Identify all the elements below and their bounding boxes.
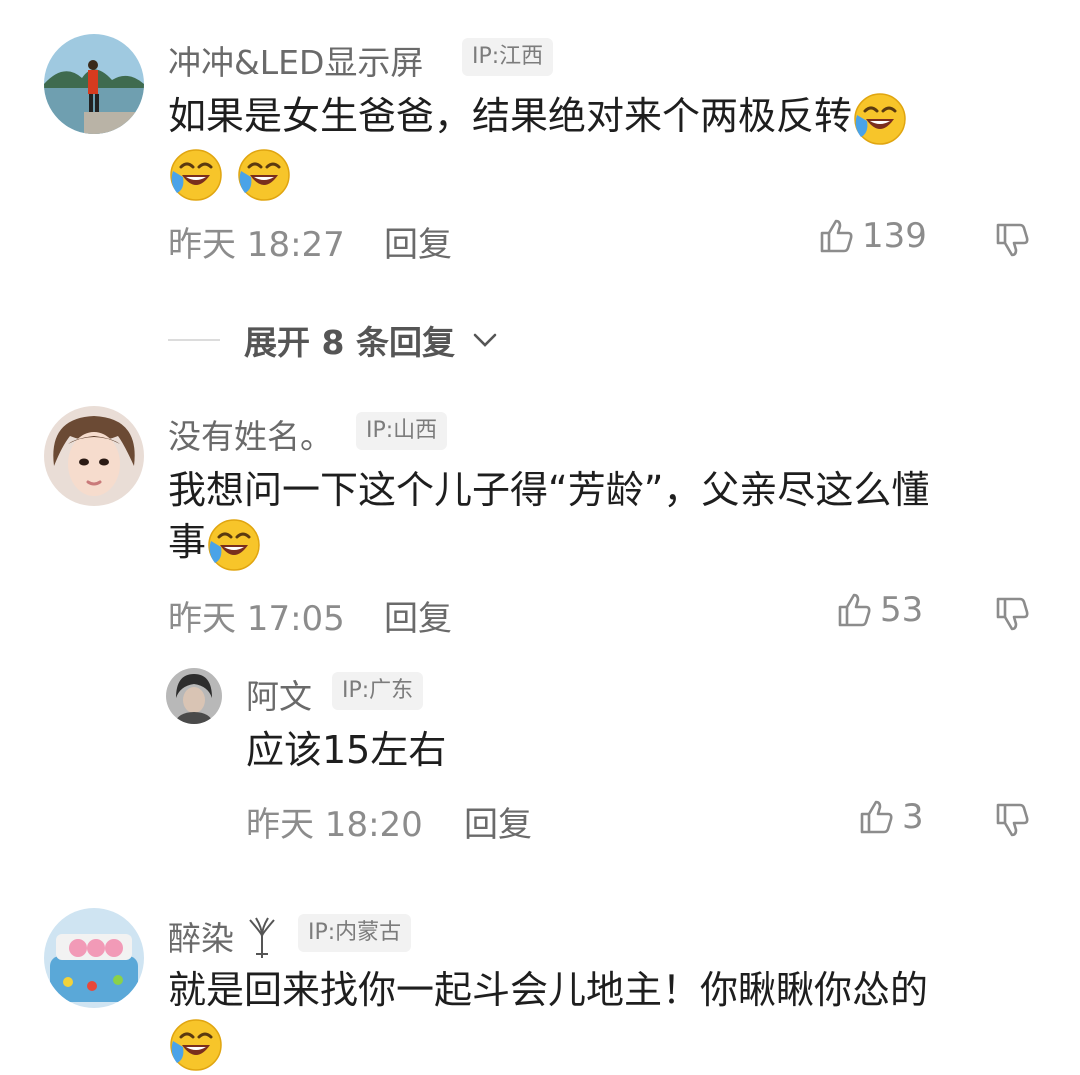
comment-text: 就是回来找你一起斗会儿地主！你瞅瞅你怂的 [168, 964, 1038, 1073]
laughing-crying-emoji-icon [168, 1017, 224, 1073]
ip-location-badge: IP:广东 [332, 672, 424, 710]
reply-timestamp: 昨天 18:20 [246, 805, 423, 845]
like-button[interactable]: 3 [856, 797, 924, 837]
reply-button[interactable]: 回复 [464, 797, 532, 846]
dislike-button[interactable] [992, 220, 1032, 264]
divider-line [168, 339, 220, 341]
reply-button[interactable]: 回复 [384, 591, 452, 640]
thumb-up-icon [856, 797, 896, 837]
expand-replies-label: 展开 8 条回复 [244, 323, 455, 362]
ip-location-badge: IP:江西 [462, 38, 554, 76]
ip-location-badge: IP:山西 [356, 412, 448, 450]
like-button[interactable]: 53 [834, 590, 923, 630]
laughing-crying-emoji-icon [852, 91, 908, 147]
comment-timestamp: 昨天 18:27 [168, 225, 345, 265]
like-count: 53 [880, 590, 924, 630]
laughing-crying-emoji-icon [168, 147, 224, 203]
comment-text: 我想问一下这个儿子得“芳龄”，父亲尽这么懂 事 [168, 464, 1038, 573]
commenter-name[interactable]: 阿文 [246, 670, 312, 718]
ip-location-badge: IP:内蒙古 [298, 914, 412, 952]
laughing-crying-emoji-icon [236, 147, 292, 203]
reply-button[interactable]: 回复 [384, 217, 452, 266]
like-button[interactable]: 139 [816, 216, 927, 256]
comment-text: 如果是女生爸爸，结果绝对来个两极反转 [168, 90, 1028, 203]
thumb-down-icon [992, 800, 1032, 840]
thumb-down-icon [992, 594, 1032, 634]
dislike-button[interactable] [992, 594, 1032, 638]
dislike-button[interactable] [992, 800, 1032, 844]
chevron-down-icon [473, 333, 497, 347]
laughing-crying-emoji-icon [206, 517, 262, 573]
thumb-down-icon [992, 220, 1032, 260]
avatar[interactable] [44, 406, 144, 506]
commenter-name[interactable]: 冲冲&LED显示屏 [168, 36, 423, 84]
commenter-name[interactable]: 醉染 [168, 912, 234, 960]
thumb-up-icon [816, 216, 856, 256]
commenter-name[interactable]: 没有姓名。 [168, 410, 333, 458]
like-count: 139 [862, 216, 927, 256]
reply-text: 应该15左右 [246, 728, 447, 772]
avatar[interactable] [44, 908, 144, 1008]
flower-icon [249, 917, 275, 958]
thumb-up-icon [834, 590, 874, 630]
expand-replies-button[interactable]: 展开 8 条回复 [168, 316, 499, 364]
like-count: 3 [902, 797, 924, 837]
avatar[interactable] [44, 34, 144, 134]
avatar[interactable] [166, 668, 222, 724]
comment-timestamp: 昨天 17:05 [168, 599, 345, 639]
